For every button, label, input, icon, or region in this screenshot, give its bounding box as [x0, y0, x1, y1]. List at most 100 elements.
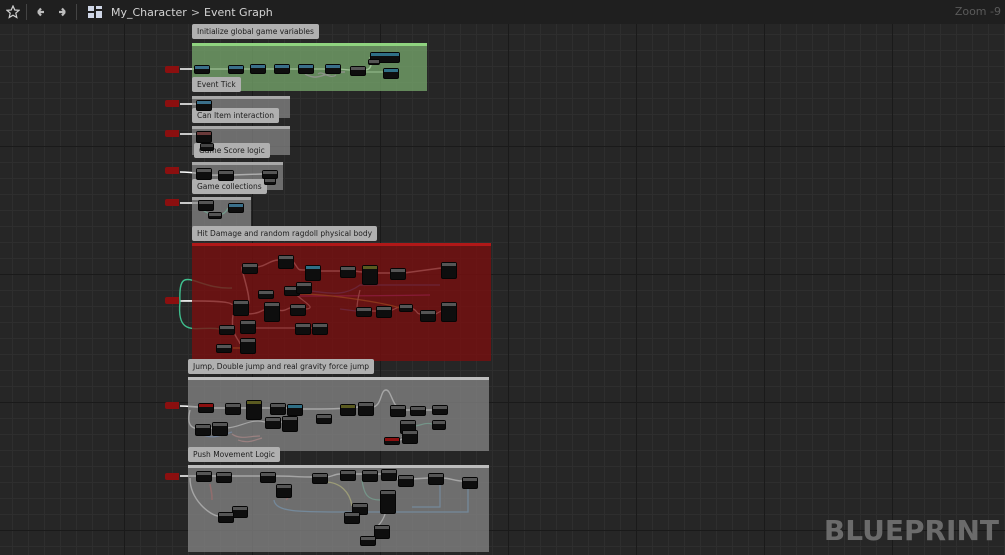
- blueprint-node[interactable]: [282, 416, 298, 432]
- blueprint-node[interactable]: [228, 203, 244, 213]
- comment-title[interactable]: Event Tick: [192, 77, 241, 92]
- graph-canvas[interactable]: BLUEPRINT Initialize global game variabl…: [0, 24, 1005, 555]
- blueprint-node[interactable]: [356, 307, 372, 317]
- comment-title[interactable]: Jump, Double jump and real gravity force…: [188, 359, 375, 374]
- blueprint-node[interactable]: [368, 59, 380, 65]
- blueprint-node[interactable]: [350, 66, 366, 76]
- blueprint-node[interactable]: [240, 338, 256, 354]
- blueprint-node[interactable]: [212, 422, 228, 436]
- breadcrumb-separator: >: [190, 5, 201, 19]
- blueprint-node[interactable]: [358, 402, 374, 416]
- blueprint-node[interactable]: [250, 64, 266, 74]
- blueprint-node[interactable]: [260, 472, 276, 483]
- blueprint-node[interactable]: [362, 470, 378, 482]
- blueprint-node[interactable]: [290, 304, 306, 316]
- event-node[interactable]: [165, 100, 179, 107]
- blueprint-node[interactable]: [374, 525, 390, 539]
- blueprint-node[interactable]: [316, 414, 332, 424]
- blueprint-node[interactable]: [340, 470, 356, 481]
- blueprint-node[interactable]: [196, 168, 212, 180]
- blueprint-node[interactable]: [428, 473, 444, 485]
- blueprint-node[interactable]: [402, 430, 418, 444]
- blueprint-node[interactable]: [219, 325, 235, 335]
- blueprint-node[interactable]: [198, 403, 214, 413]
- blueprint-node[interactable]: [420, 310, 436, 322]
- star-icon[interactable]: [3, 2, 23, 22]
- blueprint-node[interactable]: [376, 306, 392, 318]
- blueprint-node[interactable]: [196, 100, 212, 111]
- event-node[interactable]: [165, 66, 179, 73]
- blueprint-node[interactable]: [432, 405, 448, 415]
- blueprint-node[interactable]: [228, 65, 244, 74]
- blueprint-node[interactable]: [274, 64, 290, 74]
- blueprint-node[interactable]: [264, 302, 280, 322]
- blueprint-node[interactable]: [195, 424, 211, 436]
- event-node[interactable]: [165, 167, 179, 174]
- comment-title[interactable]: Push Movement Logic: [188, 447, 280, 462]
- blueprint-node[interactable]: [296, 282, 312, 294]
- blueprint-node[interactable]: [225, 403, 241, 415]
- blueprint-node[interactable]: [264, 178, 276, 185]
- blueprint-node[interactable]: [240, 320, 256, 334]
- blueprint-node[interactable]: [218, 170, 234, 181]
- blueprint-node[interactable]: [344, 512, 360, 524]
- blueprint-node[interactable]: [265, 417, 281, 429]
- blueprint-node[interactable]: [208, 212, 222, 219]
- arrow-left-icon[interactable]: [30, 2, 50, 22]
- blueprint-node[interactable]: [383, 68, 399, 79]
- blueprint-node[interactable]: [196, 131, 212, 143]
- blueprint-node[interactable]: [298, 64, 314, 74]
- blueprint-node[interactable]: [312, 323, 328, 335]
- blueprint-node[interactable]: [432, 420, 446, 430]
- blueprint-node[interactable]: [340, 404, 356, 416]
- blueprint-node[interactable]: [198, 200, 214, 211]
- blueprint-node[interactable]: [312, 473, 328, 484]
- event-node[interactable]: [165, 297, 179, 304]
- blueprint-node[interactable]: [258, 290, 274, 299]
- blueprint-node[interactable]: [380, 490, 396, 514]
- comment-title[interactable]: Game collections: [192, 179, 267, 194]
- blueprint-node[interactable]: [196, 471, 212, 482]
- blueprint-watermark: BLUEPRINT: [823, 514, 999, 547]
- blueprint-node[interactable]: [270, 403, 286, 415]
- event-node[interactable]: [165, 473, 179, 480]
- blueprint-node[interactable]: [441, 302, 457, 322]
- blueprint-node[interactable]: [276, 484, 292, 498]
- blueprint-node[interactable]: [462, 477, 478, 489]
- event-node[interactable]: [165, 402, 179, 409]
- blueprint-node[interactable]: [246, 400, 262, 420]
- blueprint-node[interactable]: [381, 469, 397, 481]
- breadcrumb-graph[interactable]: Event Graph: [204, 6, 273, 19]
- blueprint-node[interactable]: [232, 506, 248, 518]
- blueprint-node[interactable]: [216, 472, 232, 483]
- comment-title[interactable]: Initialize global game variables: [192, 24, 319, 39]
- blueprint-node[interactable]: [278, 255, 294, 269]
- arrow-right-icon[interactable]: [53, 2, 73, 22]
- blueprint-node[interactable]: [390, 405, 406, 417]
- zoom-level: Zoom -9: [954, 5, 1001, 18]
- blueprint-node[interactable]: [295, 323, 311, 335]
- blueprint-node[interactable]: [194, 65, 210, 74]
- blueprint-node[interactable]: [410, 406, 426, 416]
- blueprint-node[interactable]: [200, 143, 214, 151]
- blueprint-node[interactable]: [287, 404, 303, 416]
- blueprint-graph-icon: [85, 2, 105, 22]
- blueprint-node[interactable]: [398, 475, 414, 487]
- blueprint-node[interactable]: [390, 268, 406, 280]
- blueprint-node[interactable]: [325, 64, 341, 74]
- blueprint-node[interactable]: [242, 263, 258, 274]
- event-node[interactable]: [165, 199, 179, 206]
- comment-title[interactable]: Hit Damage and random ragdoll physical b…: [192, 226, 378, 241]
- blueprint-node[interactable]: [384, 437, 400, 445]
- breadcrumb-asset[interactable]: My_Character: [111, 6, 187, 19]
- blueprint-node[interactable]: [340, 266, 356, 278]
- blueprint-node[interactable]: [399, 304, 413, 312]
- blueprint-node[interactable]: [218, 512, 234, 523]
- blueprint-node[interactable]: [305, 265, 321, 281]
- blueprint-node[interactable]: [360, 536, 376, 546]
- blueprint-node[interactable]: [216, 344, 232, 353]
- blueprint-node[interactable]: [233, 300, 249, 316]
- event-node[interactable]: [165, 130, 179, 137]
- blueprint-node[interactable]: [362, 265, 378, 285]
- blueprint-node[interactable]: [441, 262, 457, 279]
